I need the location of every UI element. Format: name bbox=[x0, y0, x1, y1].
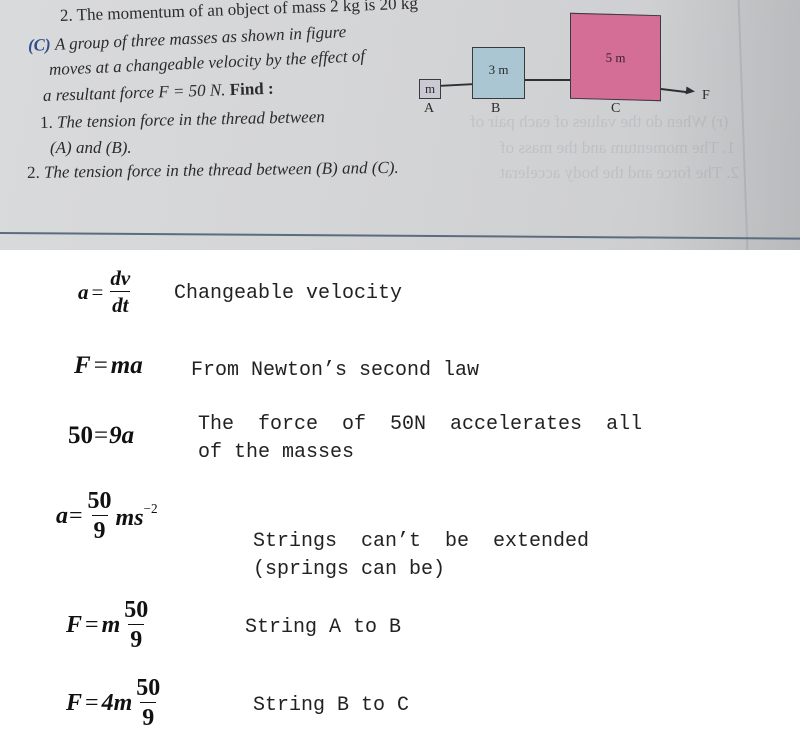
eq-coef: 4m bbox=[101, 689, 133, 716]
numerator: dv bbox=[110, 266, 131, 290]
thread-b-c bbox=[525, 79, 570, 81]
note-string-b-c: String B to C bbox=[253, 694, 410, 717]
eq-lhs: F bbox=[66, 611, 83, 638]
equation-total-force: 50 = 9a bbox=[68, 422, 134, 450]
denominator: 9 bbox=[140, 702, 157, 730]
unit: ms−2 bbox=[116, 501, 158, 532]
sub-item-2: 2. The tension force in the thread betwe… bbox=[27, 158, 399, 183]
numerator: 50 bbox=[87, 488, 112, 514]
equals-sign: = bbox=[85, 611, 99, 638]
bleed-through-text: 2. The force and the body accelerat bbox=[500, 163, 739, 182]
equals-sign: = bbox=[91, 279, 104, 304]
equals-sign: = bbox=[85, 689, 99, 716]
fraction: 50 9 bbox=[86, 489, 114, 543]
sub-item-text: (A) and (B). bbox=[50, 138, 132, 157]
equation-acceleration-definition: a = dv dt bbox=[78, 268, 134, 316]
eq-rhs: ma bbox=[110, 352, 143, 379]
sub-item-text: The tension force in the thread between … bbox=[43, 157, 399, 182]
eq-lhs: F bbox=[66, 689, 83, 716]
equals-sign: = bbox=[69, 502, 83, 529]
denominator: 9 bbox=[128, 624, 145, 652]
equation-tension-b-c: F = 4m 50 9 bbox=[66, 676, 164, 730]
eq-coef: m bbox=[101, 611, 121, 638]
sub-item-text: The tension force in the thread between bbox=[56, 107, 325, 132]
fraction: dv dt bbox=[108, 268, 132, 316]
equals-sign: = bbox=[94, 422, 109, 449]
mass-label-c: C bbox=[611, 101, 621, 116]
eq-lhs: a bbox=[78, 279, 89, 304]
fraction: 50 9 bbox=[134, 676, 162, 730]
question-label: (C) bbox=[27, 35, 52, 55]
force-label: F bbox=[702, 88, 710, 103]
sub-item-number: 1. bbox=[39, 112, 53, 132]
eq-lhs: a bbox=[56, 502, 68, 529]
eq-lhs: 50 bbox=[68, 422, 93, 449]
equation-acceleration-value: a = 50 9 ms−2 bbox=[56, 489, 158, 543]
unit-exponent: −2 bbox=[143, 500, 158, 516]
denominator: 9 bbox=[91, 515, 108, 543]
equals-sign: = bbox=[93, 352, 108, 379]
equation-newton-second-law: F = ma bbox=[74, 352, 143, 380]
mass-value: m bbox=[424, 81, 436, 96]
note-changeable-velocity: Changeable velocity bbox=[174, 282, 403, 305]
sub-item-1: 1. The tension force in the thread betwe… bbox=[40, 107, 325, 133]
eq-rhs: 9a bbox=[109, 422, 135, 449]
mass-value: 3 m bbox=[488, 62, 509, 77]
question-text: a resultant force F = 50 N. bbox=[42, 80, 226, 105]
force-arrow-icon bbox=[685, 86, 696, 96]
sub-item-1-cont: (A) and (B). bbox=[50, 138, 132, 158]
mass-label-a: A bbox=[424, 101, 435, 116]
mass-label-b: B bbox=[491, 101, 501, 116]
note-string-a-b: String A to B bbox=[245, 616, 402, 639]
masses-diagram: m 3 m 5 m A B C F bbox=[400, 0, 800, 130]
eq-lhs: F bbox=[74, 352, 91, 379]
numerator: 50 bbox=[136, 675, 161, 701]
thread-a-b bbox=[440, 83, 473, 87]
note-newton-law: From Newton’s second law bbox=[191, 359, 480, 382]
textbook-photo: (r) When do the values of each pair of 1… bbox=[0, 0, 800, 250]
note-strings-inextensible: Strings can’t be extended (springs can b… bbox=[253, 530, 590, 581]
mass-value: 5 m bbox=[605, 49, 626, 66]
mass-box-c: 5 m bbox=[570, 12, 661, 102]
bleed-through-text: 1. The momentum and the mass of bbox=[500, 138, 736, 157]
find-label: Find : bbox=[229, 78, 274, 100]
numerator: 50 bbox=[124, 597, 149, 623]
unit-base: ms bbox=[115, 504, 144, 531]
fraction: 50 9 bbox=[122, 598, 150, 652]
question-line-3: a resultant force F = 50 N. Find : bbox=[43, 79, 274, 106]
note-force-accelerates-all: The force of 50N accelerates all of the … bbox=[198, 413, 643, 464]
sub-item-number: 2. bbox=[26, 162, 40, 182]
denominator: dt bbox=[110, 291, 131, 317]
equation-tension-a-b: F = m 50 9 bbox=[66, 598, 152, 652]
mass-box-b: 3 m bbox=[472, 47, 525, 99]
previous-item: 2. The momentum of an object of mass 2 k… bbox=[59, 0, 419, 25]
mass-box-a: m bbox=[419, 79, 441, 99]
